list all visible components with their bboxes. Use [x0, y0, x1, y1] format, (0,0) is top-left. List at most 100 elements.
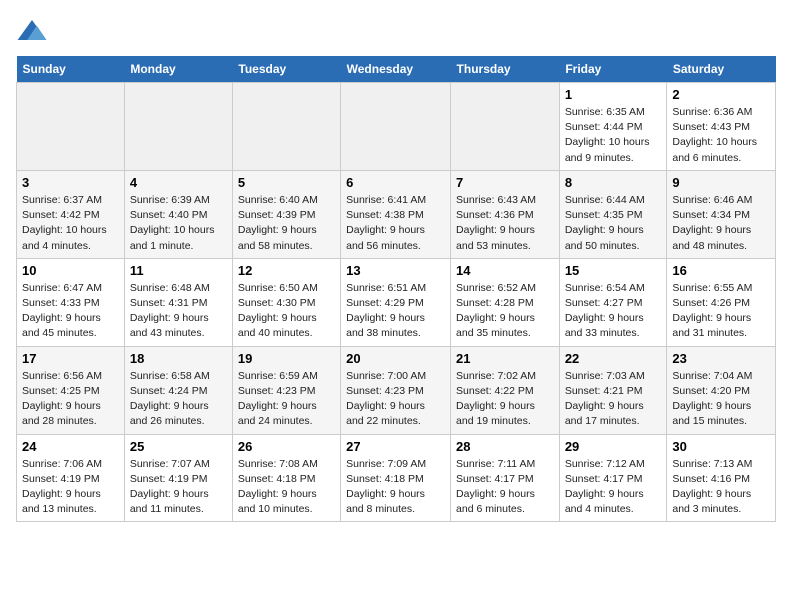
week-row-0: 1 Sunrise: 6:35 AM Sunset: 4:44 PM Daylig… [17, 83, 776, 171]
header-sunday: Sunday [17, 56, 125, 83]
day-info: Sunrise: 6:58 AM Sunset: 4:24 PM Dayligh… [130, 369, 227, 430]
day-cell: 18 Sunrise: 6:58 AM Sunset: 4:24 PM Dayli… [124, 346, 232, 434]
day-cell [341, 83, 451, 171]
day-cell: 29Sunrise: 7:12 AM Sunset: 4:17 PM Dayli… [559, 434, 667, 522]
day-cell: 13 Sunrise: 6:51 AM Sunset: 4:29 PM Dayli… [341, 258, 451, 346]
day-info: Sunrise: 6:48 AM Sunset: 4:31 PM Dayligh… [130, 281, 227, 342]
day-info: Sunrise: 7:07 AM Sunset: 4:19 PM Dayligh… [130, 457, 227, 518]
header [16, 16, 776, 48]
header-friday: Friday [559, 56, 667, 83]
day-cell: 14 Sunrise: 6:52 AM Sunset: 4:28 PM Dayli… [451, 258, 560, 346]
day-info: Sunrise: 7:03 AM Sunset: 4:21 PM Dayligh… [565, 369, 662, 430]
day-number: 16 [672, 263, 770, 278]
day-number: 26 [238, 439, 335, 454]
logo-icon [16, 16, 48, 48]
day-info: Sunrise: 6:51 AM Sunset: 4:29 PM Dayligh… [346, 281, 445, 342]
day-cell: 26 Sunrise: 7:08 AM Sunset: 4:18 PM Dayli… [232, 434, 340, 522]
day-info: Sunrise: 6:35 AM Sunset: 4:44 PM Dayligh… [565, 105, 662, 166]
day-cell: 27 Sunrise: 7:09 AM Sunset: 4:18 PM Dayli… [341, 434, 451, 522]
day-cell: 12Sunrise: 6:50 AM Sunset: 4:30 PM Dayli… [232, 258, 340, 346]
day-info: Sunrise: 7:13 AM Sunset: 4:16 PM Dayligh… [672, 457, 770, 518]
day-info: Sunrise: 7:08 AM Sunset: 4:18 PM Dayligh… [238, 457, 335, 518]
day-number: 9 [672, 175, 770, 190]
day-cell [124, 83, 232, 171]
day-cell: 22 Sunrise: 7:03 AM Sunset: 4:21 PM Dayli… [559, 346, 667, 434]
header-wednesday: Wednesday [341, 56, 451, 83]
day-cell: 30 Sunrise: 7:13 AM Sunset: 4:16 PM Dayli… [667, 434, 776, 522]
day-number: 30 [672, 439, 770, 454]
day-number: 21 [456, 351, 554, 366]
day-number: 5 [238, 175, 335, 190]
calendar-table: SundayMondayTuesdayWednesdayThursdayFrid… [16, 56, 776, 522]
day-number: 11 [130, 263, 227, 278]
day-cell [232, 83, 340, 171]
day-info: Sunrise: 6:56 AM Sunset: 4:25 PM Dayligh… [22, 369, 119, 430]
day-info: Sunrise: 6:59 AM Sunset: 4:23 PM Dayligh… [238, 369, 335, 430]
day-number: 29 [565, 439, 662, 454]
day-cell: 10 Sunrise: 6:47 AM Sunset: 4:33 PM Dayli… [17, 258, 125, 346]
day-number: 8 [565, 175, 662, 190]
day-cell: 25 Sunrise: 7:07 AM Sunset: 4:19 PM Dayli… [124, 434, 232, 522]
day-cell [451, 83, 560, 171]
day-cell: 16 Sunrise: 6:55 AM Sunset: 4:26 PM Dayli… [667, 258, 776, 346]
day-info: Sunrise: 6:55 AM Sunset: 4:26 PM Dayligh… [672, 281, 770, 342]
week-row-1: 3Sunrise: 6:37 AM Sunset: 4:42 PM Daylig… [17, 170, 776, 258]
day-number: 22 [565, 351, 662, 366]
day-number: 17 [22, 351, 119, 366]
day-number: 12 [238, 263, 335, 278]
day-cell: 4Sunrise: 6:39 AM Sunset: 4:40 PM Daylig… [124, 170, 232, 258]
week-row-3: 17 Sunrise: 6:56 AM Sunset: 4:25 PM Dayli… [17, 346, 776, 434]
day-cell: 2Sunrise: 6:36 AM Sunset: 4:43 PM Daylig… [667, 83, 776, 171]
day-cell: 24 Sunrise: 7:06 AM Sunset: 4:19 PM Dayli… [17, 434, 125, 522]
day-info: Sunrise: 6:52 AM Sunset: 4:28 PM Dayligh… [456, 281, 554, 342]
day-info: Sunrise: 6:44 AM Sunset: 4:35 PM Dayligh… [565, 193, 662, 254]
day-cell: 19 Sunrise: 6:59 AM Sunset: 4:23 PM Dayli… [232, 346, 340, 434]
day-number: 24 [22, 439, 119, 454]
day-number: 10 [22, 263, 119, 278]
day-number: 1 [565, 87, 662, 102]
day-number: 13 [346, 263, 445, 278]
day-number: 20 [346, 351, 445, 366]
header-thursday: Thursday [451, 56, 560, 83]
header-monday: Monday [124, 56, 232, 83]
day-cell: 21 Sunrise: 7:02 AM Sunset: 4:22 PM Dayli… [451, 346, 560, 434]
week-row-4: 24 Sunrise: 7:06 AM Sunset: 4:19 PM Dayli… [17, 434, 776, 522]
day-info: Sunrise: 6:41 AM Sunset: 4:38 PM Dayligh… [346, 193, 445, 254]
day-cell: 17 Sunrise: 6:56 AM Sunset: 4:25 PM Dayli… [17, 346, 125, 434]
day-info: Sunrise: 7:02 AM Sunset: 4:22 PM Dayligh… [456, 369, 554, 430]
day-number: 23 [672, 351, 770, 366]
day-info: Sunrise: 7:06 AM Sunset: 4:19 PM Dayligh… [22, 457, 119, 518]
day-number: 27 [346, 439, 445, 454]
weekday-header-row: SundayMondayTuesdayWednesdayThursdayFrid… [17, 56, 776, 83]
header-saturday: Saturday [667, 56, 776, 83]
day-info: Sunrise: 6:39 AM Sunset: 4:40 PM Dayligh… [130, 193, 227, 254]
day-number: 14 [456, 263, 554, 278]
day-cell: 1 Sunrise: 6:35 AM Sunset: 4:44 PM Daylig… [559, 83, 667, 171]
day-info: Sunrise: 6:54 AM Sunset: 4:27 PM Dayligh… [565, 281, 662, 342]
day-info: Sunrise: 6:36 AM Sunset: 4:43 PM Dayligh… [672, 105, 770, 166]
day-info: Sunrise: 6:43 AM Sunset: 4:36 PM Dayligh… [456, 193, 554, 254]
day-number: 15 [565, 263, 662, 278]
day-cell: 6Sunrise: 6:41 AM Sunset: 4:38 PM Daylig… [341, 170, 451, 258]
day-number: 7 [456, 175, 554, 190]
day-info: Sunrise: 7:11 AM Sunset: 4:17 PM Dayligh… [456, 457, 554, 518]
day-cell: 28Sunrise: 7:11 AM Sunset: 4:17 PM Dayli… [451, 434, 560, 522]
day-info: Sunrise: 7:04 AM Sunset: 4:20 PM Dayligh… [672, 369, 770, 430]
day-info: Sunrise: 6:47 AM Sunset: 4:33 PM Dayligh… [22, 281, 119, 342]
header-tuesday: Tuesday [232, 56, 340, 83]
day-cell [17, 83, 125, 171]
day-cell: 8 Sunrise: 6:44 AM Sunset: 4:35 PM Daylig… [559, 170, 667, 258]
day-cell: 23 Sunrise: 7:04 AM Sunset: 4:20 PM Dayli… [667, 346, 776, 434]
day-info: Sunrise: 6:37 AM Sunset: 4:42 PM Dayligh… [22, 193, 119, 254]
week-row-2: 10 Sunrise: 6:47 AM Sunset: 4:33 PM Dayli… [17, 258, 776, 346]
day-cell: 9 Sunrise: 6:46 AM Sunset: 4:34 PM Daylig… [667, 170, 776, 258]
day-info: Sunrise: 7:09 AM Sunset: 4:18 PM Dayligh… [346, 457, 445, 518]
day-number: 25 [130, 439, 227, 454]
day-info: Sunrise: 6:46 AM Sunset: 4:34 PM Dayligh… [672, 193, 770, 254]
day-info: Sunrise: 6:40 AM Sunset: 4:39 PM Dayligh… [238, 193, 335, 254]
logo [16, 16, 52, 48]
day-cell: 3Sunrise: 6:37 AM Sunset: 4:42 PM Daylig… [17, 170, 125, 258]
day-number: 18 [130, 351, 227, 366]
day-number: 19 [238, 351, 335, 366]
day-info: Sunrise: 7:00 AM Sunset: 4:23 PM Dayligh… [346, 369, 445, 430]
